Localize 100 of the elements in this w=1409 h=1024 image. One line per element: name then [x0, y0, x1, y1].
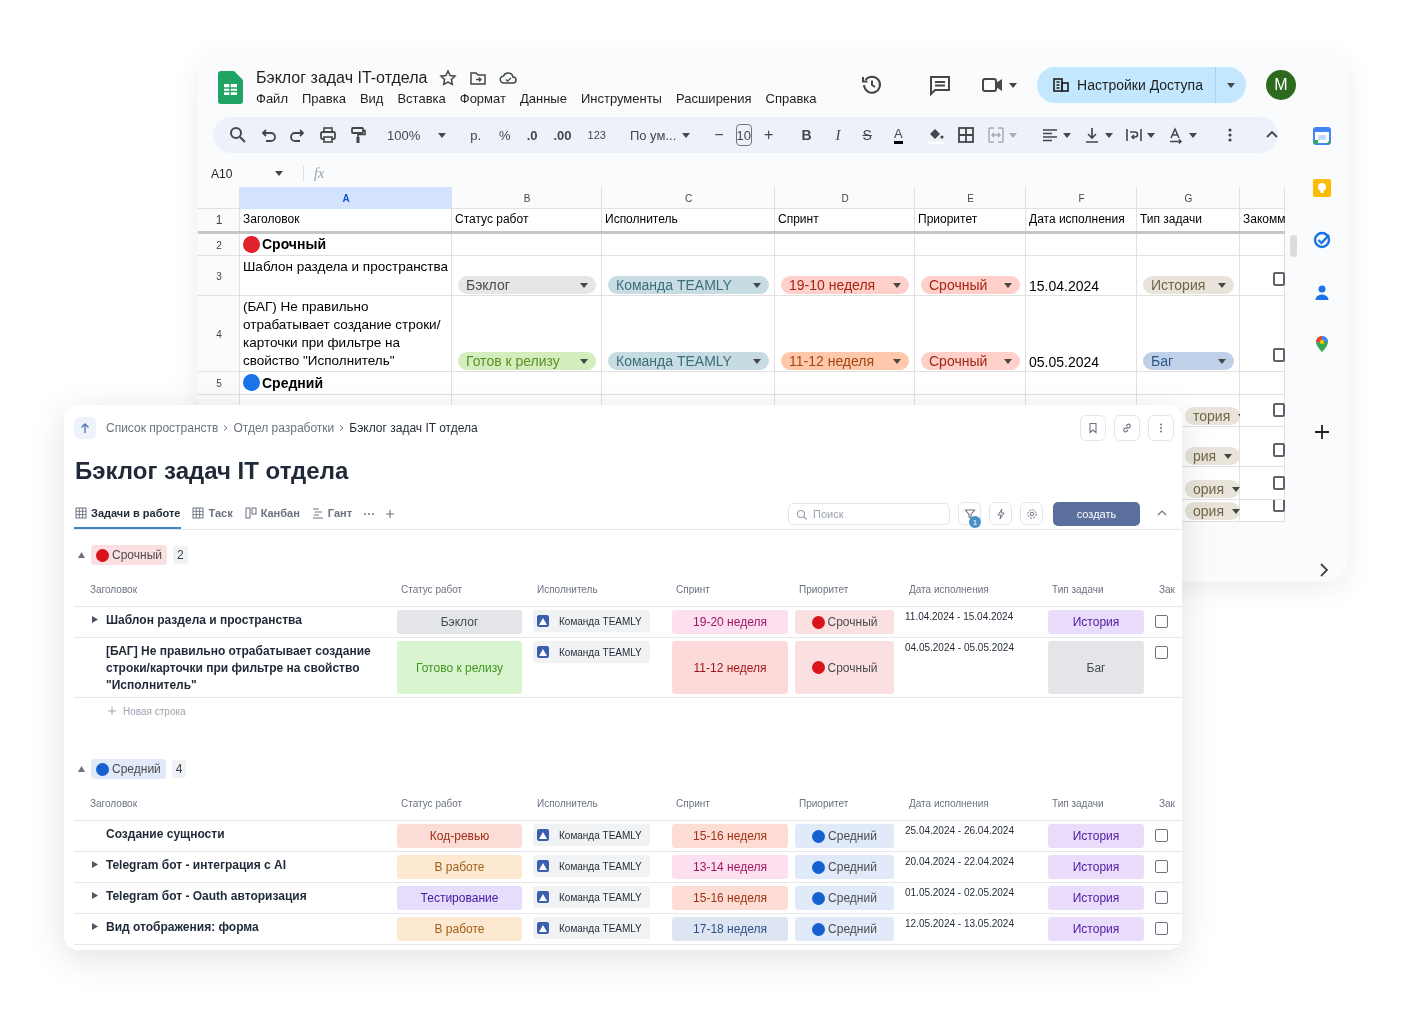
menu-item[interactable]: Вставка: [397, 91, 446, 106]
column-header[interactable]: E: [915, 187, 1026, 209]
search-icon[interactable]: [229, 126, 247, 144]
merge-cells-icon[interactable]: [986, 126, 1005, 144]
undo-icon[interactable]: [259, 126, 277, 144]
currency-format[interactable]: р.: [470, 127, 482, 143]
column-header[interactable]: F: [1026, 187, 1137, 209]
status-tag[interactable]: Бэклог: [397, 610, 522, 634]
checkbox[interactable]: [1155, 891, 1168, 904]
menu-item[interactable]: Расширения: [675, 91, 752, 106]
dropdown-chip[interactable]: Срочный: [921, 276, 1020, 294]
history-icon[interactable]: [861, 74, 884, 96]
checkbox[interactable]: [1273, 272, 1285, 286]
checkbox[interactable]: [1155, 922, 1168, 935]
checkbox[interactable]: [1273, 476, 1285, 490]
column-header[interactable]: A: [240, 187, 452, 209]
percent-format[interactable]: %: [499, 127, 511, 143]
text-color-button[interactable]: A: [893, 126, 903, 144]
search-field[interactable]: Поиск: [788, 502, 950, 525]
dropdown-chip[interactable]: 11-12 неделя: [781, 352, 909, 370]
checkbox[interactable]: [1273, 443, 1285, 457]
dropdown-chip[interactable]: История: [1143, 276, 1234, 294]
menu-item[interactable]: Справка: [765, 91, 817, 106]
automation-button[interactable]: [989, 502, 1012, 525]
comment-icon[interactable]: [929, 74, 952, 96]
task-title[interactable]: Создание сущности: [106, 824, 243, 843]
print-icon[interactable]: [319, 126, 337, 144]
breadcrumb-link[interactable]: Отдел разработки: [233, 421, 335, 435]
status-tag[interactable]: 15-16 неделя: [672, 824, 788, 848]
font-size-field[interactable]: 10: [735, 124, 753, 146]
status-tag[interactable]: 19-20 неделя: [672, 610, 788, 634]
status-tag[interactable]: В работе: [397, 917, 522, 941]
menu-item[interactable]: Файл: [256, 91, 288, 106]
assignee-tag[interactable]: Команда TEAMLY: [533, 855, 650, 877]
dropdown-chip[interactable]: Бэклог: [458, 276, 596, 294]
column-header[interactable]: G: [1137, 187, 1240, 209]
dropdown-chip[interactable]: Команда TEAMLY: [608, 276, 769, 294]
dropdown-chip[interactable]: ория: [1185, 502, 1240, 520]
checkbox[interactable]: [1273, 500, 1285, 512]
checkbox[interactable]: [1155, 860, 1168, 873]
expand-icon[interactable]: [92, 923, 98, 930]
column-header[interactable]: D: [775, 187, 915, 209]
increase-font-size[interactable]: +: [764, 126, 774, 144]
scrollbar[interactable]: [1290, 235, 1297, 257]
menu-item[interactable]: Правка: [301, 91, 346, 106]
number-format[interactable]: 123: [587, 129, 606, 141]
status-tag[interactable]: История: [1048, 824, 1144, 848]
task-title[interactable]: Telegram бот - интеграция с AI: [106, 855, 305, 874]
view-tab[interactable]: Задачи в работе: [74, 498, 182, 529]
column-header[interactable]: B: [452, 187, 602, 209]
status-tag[interactable]: Тестирование: [397, 886, 522, 910]
document-title[interactable]: Бэклог задач IT-отдела: [256, 69, 428, 87]
share-settings-button[interactable]: Настройки Доступа: [1037, 67, 1246, 103]
priority-tag[interactable]: Средний: [795, 824, 894, 848]
menu-item[interactable]: Формат: [459, 91, 506, 106]
plus-icon[interactable]: [1313, 423, 1331, 441]
status-tag[interactable]: 11-12 неделя: [672, 641, 788, 694]
view-tab[interactable]: Гант: [310, 498, 354, 529]
expand-icon[interactable]: [92, 861, 98, 868]
checkbox[interactable]: [1273, 403, 1285, 417]
menu-item[interactable]: Вид: [359, 91, 384, 106]
priority-tag[interactable]: Средний: [795, 855, 894, 879]
priority-tag[interactable]: Срочный: [795, 641, 894, 694]
menu-item[interactable]: Данные: [519, 91, 567, 106]
fill-color-icon[interactable]: [926, 126, 945, 144]
assignee-tag[interactable]: Команда TEAMLY: [533, 917, 650, 939]
dropdown-chip[interactable]: ория: [1185, 480, 1240, 498]
back-button[interactable]: [74, 417, 96, 439]
assignee-tag[interactable]: Команда TEAMLY: [533, 824, 650, 846]
checkbox[interactable]: [1273, 348, 1285, 362]
dropdown-chip[interactable]: Команда TEAMLY: [608, 352, 769, 370]
status-tag[interactable]: В работе: [397, 855, 522, 879]
dropdown-chip[interactable]: тория: [1185, 407, 1240, 425]
calendar-icon[interactable]: [1313, 127, 1331, 145]
star-icon[interactable]: [439, 69, 458, 87]
folder-icon[interactable]: [469, 69, 488, 87]
create-button[interactable]: создать: [1053, 501, 1140, 526]
task-title[interactable]: [БАГ] Не правильно отрабатывает создание строки/карточки при фильтре на свойство "Исполнитель": [106, 641, 397, 694]
strikethrough-button[interactable]: S: [862, 127, 872, 143]
dropdown-chip[interactable]: Срочный: [921, 352, 1020, 370]
menu-item[interactable]: Инструменты: [580, 91, 662, 106]
priority-tag[interactable]: Средний: [795, 917, 894, 941]
task-title[interactable]: Шаблон раздела и пространства: [106, 610, 320, 629]
status-tag[interactable]: 15-16 неделя: [672, 886, 788, 910]
task-title[interactable]: Вид отображения: форма: [106, 917, 277, 936]
status-tag[interactable]: История: [1048, 886, 1144, 910]
view-tab[interactable]: Канбан: [243, 498, 301, 529]
priority-tag[interactable]: Срочный: [795, 610, 894, 634]
borders-icon[interactable]: [956, 126, 975, 144]
dropdown-chip[interactable]: рия: [1185, 447, 1240, 465]
collapse-toggle-icon[interactable]: [78, 766, 85, 772]
checkbox[interactable]: [1155, 829, 1168, 842]
bold-button[interactable]: B: [801, 127, 812, 143]
column-header[interactable]: C: [602, 187, 775, 209]
status-tag[interactable]: Баг: [1048, 641, 1144, 694]
assignee-tag[interactable]: Команда TEAMLY: [533, 610, 650, 632]
decrease-decimals[interactable]: .0: [526, 127, 538, 143]
task-title[interactable]: Telegram бот - Oauth авторизация: [106, 886, 325, 905]
map-pin-icon[interactable]: [1313, 335, 1331, 353]
status-tag[interactable]: История: [1048, 610, 1144, 634]
